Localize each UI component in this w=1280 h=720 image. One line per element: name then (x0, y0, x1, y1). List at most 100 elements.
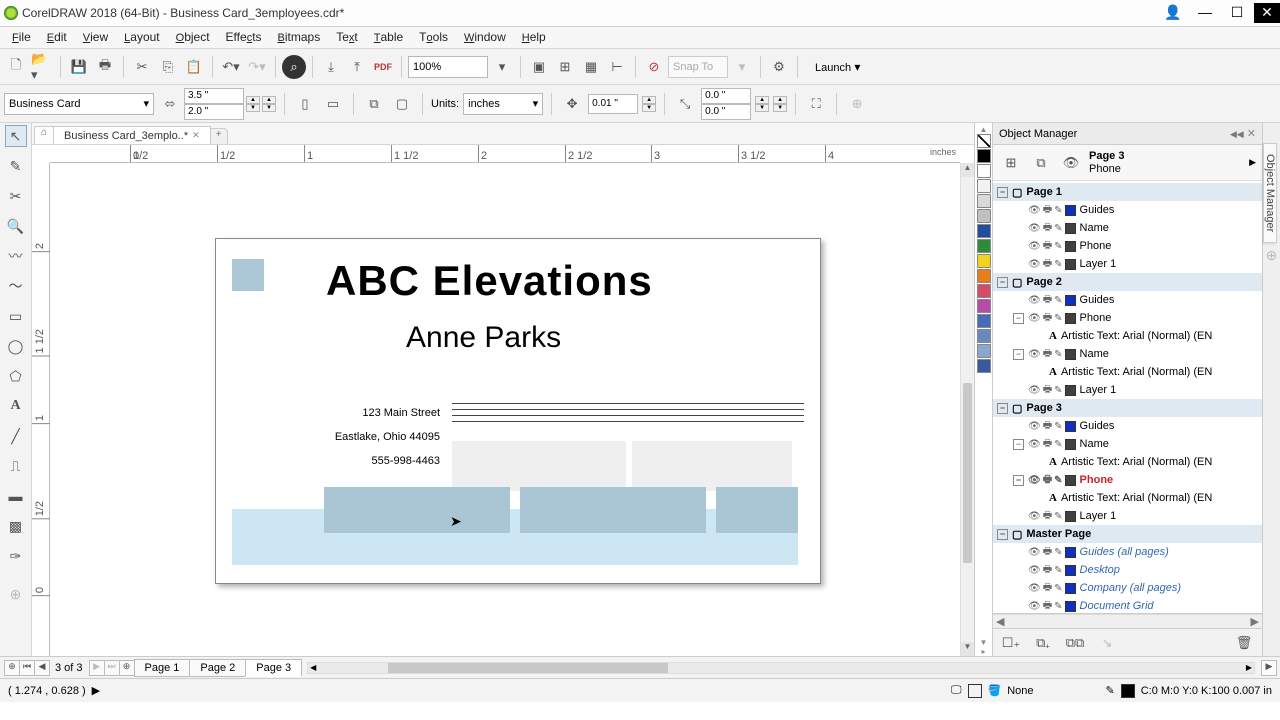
menu-view[interactable]: View (75, 27, 116, 48)
open-button[interactable]: 📂▾ (30, 55, 54, 79)
color-swatch[interactable] (977, 224, 991, 238)
new-layer-button[interactable]: ☐₊ (999, 631, 1023, 655)
printable-icon[interactable]: 🖶 (1043, 472, 1052, 489)
color-swatch[interactable] (977, 344, 991, 358)
ellipse-tool[interactable]: ◯ (5, 335, 27, 357)
tree-layer-row[interactable]: 👁🖶✎Desktop (993, 561, 1262, 579)
color-swatch[interactable] (977, 314, 991, 328)
vertical-scrollbar[interactable]: ▲ ▼ (960, 163, 974, 656)
tree-object-row[interactable]: AArtistic Text: Arial (Normal) (EN (993, 453, 1262, 471)
printable-icon[interactable]: 🖶 (1043, 436, 1052, 453)
artistic-media-tool[interactable]: 〜 (5, 275, 27, 297)
tree-layer-row[interactable]: 👁🖶✎Layer 1 (993, 255, 1262, 273)
color-swatch[interactable] (977, 164, 991, 178)
publish-pdf-button[interactable]: PDF (371, 55, 395, 79)
outline-swatch[interactable] (1121, 684, 1135, 698)
tree-layer-row[interactable]: 👁🖶✎Layer 1 (993, 507, 1262, 525)
maximize-button[interactable]: ☐ (1222, 3, 1252, 23)
editable-icon[interactable]: ✎ (1054, 349, 1062, 360)
editable-icon[interactable]: ✎ (1054, 241, 1062, 252)
menu-help[interactable]: Help (514, 27, 554, 48)
current-page-button[interactable]: ▢ (390, 92, 414, 116)
color-swatch[interactable] (977, 299, 991, 313)
export-button[interactable]: ⤒ (345, 55, 369, 79)
nudge-distance[interactable] (588, 94, 638, 114)
visible-icon[interactable]: 👁 (1028, 205, 1041, 216)
palette-flyout-arrow[interactable]: ▸ (975, 647, 992, 656)
visible-icon[interactable]: 👁 (1028, 313, 1041, 324)
layer-color-swatch[interactable] (1065, 385, 1076, 396)
first-page-button[interactable]: ⏮ (19, 660, 35, 676)
width-down[interactable]: ▼ (246, 104, 260, 112)
tree-page-row[interactable]: −▢Page 3 (993, 399, 1262, 417)
fill-bucket-icon[interactable]: 🪣 (988, 684, 1002, 697)
treat-as-filled-button[interactable]: ⛶ (804, 92, 828, 116)
printable-icon[interactable]: 🖶 (1043, 508, 1052, 525)
new-tab-button[interactable]: + (210, 128, 228, 144)
logo-rectangle[interactable] (232, 259, 264, 291)
add-page-start-button[interactable]: ⊕ (4, 660, 20, 676)
tree-layer-row[interactable]: −👁🖶✎Name (993, 345, 1262, 363)
layer-color-swatch[interactable] (1065, 295, 1076, 306)
tree-layer-row[interactable]: 👁🖶✎Guides (993, 291, 1262, 309)
text-tool[interactable]: A (5, 395, 27, 417)
visible-icon[interactable]: 👁 (1028, 385, 1041, 396)
page-preset-dropdown[interactable]: Business Card▾ (4, 93, 154, 115)
layer-color-swatch[interactable] (1065, 475, 1076, 486)
layer-color-swatch[interactable] (1065, 241, 1076, 252)
editable-icon[interactable]: ✎ (1054, 205, 1062, 216)
vertical-ruler[interactable]: 2 1 1/2 1 1/2 0 (32, 163, 50, 656)
page-width[interactable] (184, 88, 244, 104)
layer-color-swatch[interactable] (1065, 313, 1076, 324)
menu-tools[interactable]: Tools (411, 27, 456, 48)
visible-icon[interactable]: 👁 (1028, 565, 1041, 576)
transparency-tool[interactable]: ▩ (5, 515, 27, 537)
decorative-rects[interactable] (232, 487, 798, 567)
horizontal-ruler[interactable]: inches 1/201/211 1/222 1/233 1/24 (50, 145, 960, 163)
layer-color-swatch[interactable] (1065, 601, 1076, 612)
edit-across-layers-button[interactable]: ⧉ (1029, 151, 1053, 175)
all-pages-button[interactable]: ⧉ (362, 92, 386, 116)
copy-button[interactable]: ⎘ (156, 55, 180, 79)
quick-customize-button[interactable]: ⊕ (845, 92, 869, 116)
minimize-button[interactable]: — (1190, 3, 1220, 23)
page-height[interactable] (184, 104, 244, 120)
units-dropdown[interactable]: inches▾ (463, 93, 543, 115)
next-page-button[interactable]: ▶ (89, 660, 105, 676)
freehand-tool[interactable]: 〰 (5, 245, 27, 267)
paste-button[interactable]: 📋 (182, 55, 206, 79)
menu-table[interactable]: Table (366, 27, 411, 48)
tree-layer-row[interactable]: −👁🖶✎Phone (993, 471, 1262, 489)
editable-icon[interactable]: ✎ (1054, 511, 1062, 522)
expand-icon[interactable]: − (997, 277, 1008, 288)
scroll-thumb[interactable] (963, 383, 972, 563)
editable-icon[interactable]: ✎ (1054, 547, 1062, 558)
snap-dropdown-arrow[interactable]: ▾ (730, 55, 754, 79)
editable-icon[interactable]: ✎ (1054, 601, 1062, 612)
print-button[interactable]: 🖶 (93, 55, 117, 79)
layer-color-swatch[interactable] (1065, 583, 1076, 594)
dupy-down[interactable]: ▼ (773, 104, 787, 112)
page-tab[interactable]: Page 2 (189, 659, 246, 677)
visible-icon[interactable]: 👁 (1028, 511, 1041, 522)
snap-to-dropdown[interactable] (668, 56, 728, 78)
dupy-up[interactable]: ▲ (773, 96, 787, 104)
layer-color-swatch[interactable] (1065, 223, 1076, 234)
move-to-layer-button[interactable]: ↘ (1095, 631, 1119, 655)
import-button[interactable]: ⤓ (319, 55, 343, 79)
color-swatch[interactable] (977, 179, 991, 193)
employee-name-text[interactable]: Anne Parks (406, 321, 561, 355)
color-swatch[interactable] (977, 239, 991, 253)
page-tab[interactable]: Page 1 (134, 659, 191, 677)
new-master-layer-all-button[interactable]: ⧉⧉ (1063, 631, 1087, 655)
tree-object-row[interactable]: AArtistic Text: Arial (Normal) (EN (993, 327, 1262, 345)
redo-button[interactable]: ↷▾ (245, 55, 269, 79)
visible-icon[interactable]: 👁 (1028, 475, 1041, 486)
expand-icon[interactable]: − (997, 529, 1008, 540)
editable-icon[interactable]: ✎ (1054, 313, 1062, 324)
object-manager-tab[interactable]: Object Manager (1263, 143, 1277, 243)
show-guidelines-button[interactable]: ⊢ (605, 55, 629, 79)
zoom-dropdown[interactable]: ▾ (490, 55, 514, 79)
visible-icon[interactable]: 👁 (1028, 547, 1041, 558)
tree-hscroll[interactable]: ◀▶ (993, 614, 1262, 628)
